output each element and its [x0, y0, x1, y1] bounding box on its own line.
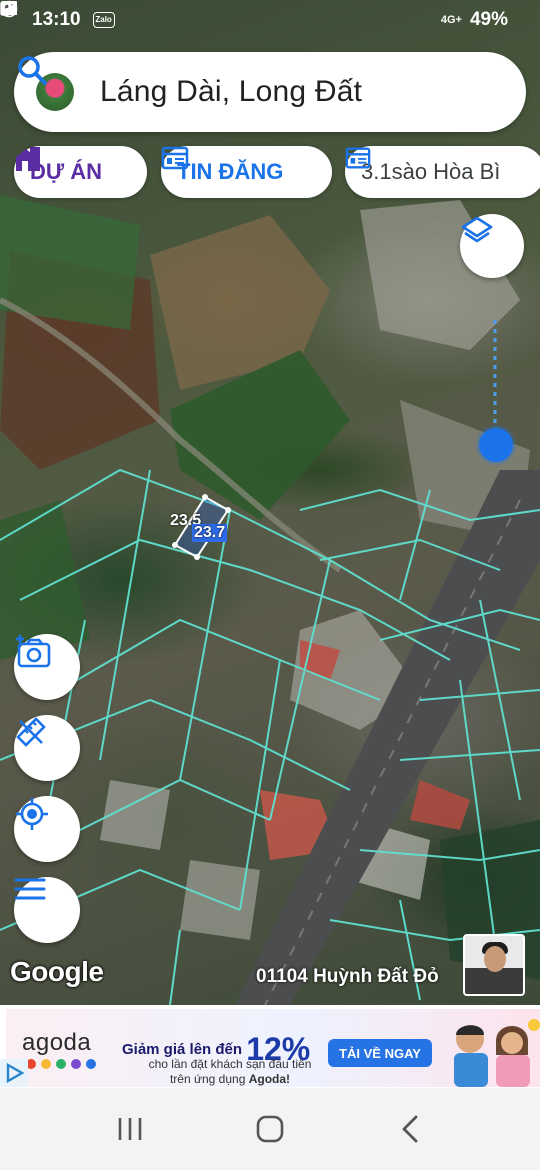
recent-apps-icon: [118, 1118, 142, 1140]
ad-subtext-brand: Agoda!: [248, 1072, 291, 1086]
system-nav-bar: [0, 1088, 540, 1170]
agoda-logo-dots: [26, 1059, 96, 1069]
chip-label: 3.1sào Hòa Bì: [361, 159, 501, 184]
agoda-logo: agoda: [22, 1029, 92, 1056]
ad-headline-prefix: Giảm giá lên đến: [122, 1041, 243, 1058]
agent-profile-thumbnail[interactable]: [463, 934, 525, 996]
measure-button[interactable]: [14, 715, 80, 781]
chip-label: TIN ĐĂNG: [177, 159, 284, 184]
chip-du-an[interactable]: DỰ ÁN: [14, 146, 147, 198]
search-icon[interactable]: [14, 52, 50, 88]
menu-button[interactable]: [14, 877, 80, 943]
zalo-icon: Zalo: [92, 12, 115, 28]
battery-percent: 49%: [469, 9, 508, 30]
menu-icon: [14, 878, 46, 900]
battery-icon: [0, 1, 10, 16]
logo-dot: [86, 1059, 96, 1069]
my-location-button[interactable]: [14, 796, 80, 862]
ad-subtext-line2: trên ứng dụng: [169, 1072, 246, 1086]
add-photo-button[interactable]: [14, 634, 80, 700]
home-icon: [256, 1115, 284, 1143]
chip-saved-listing[interactable]: 3.1sào Hòa Bì: [345, 146, 540, 198]
ad-people-illustration: [454, 1019, 540, 1087]
satellite-map[interactable]: 23.5 23.7 13:10 Zalo 4G+ 49% Láng Dài, L…: [0, 0, 540, 1005]
ad-subtext: cho lần đặt khách sạn đầu tiên trên ứng …: [130, 1057, 330, 1087]
ad-choices-icon[interactable]: [0, 1059, 28, 1087]
search-bar[interactable]: Láng Dài, Long Đất: [14, 52, 526, 132]
my-location-icon: [16, 798, 48, 830]
ad-banner[interactable]: agoda Giảm giá lên đến 12% cho lần đặt k…: [0, 1005, 540, 1088]
measure-icon: [16, 717, 46, 747]
recent-apps-button[interactable]: [100, 1099, 160, 1159]
list-card-icon: [345, 147, 371, 169]
google-attribution: Google: [10, 956, 104, 987]
map-caption: 01104 Huỳnh Đất Đỏ: [256, 966, 439, 987]
logo-dot: [71, 1059, 81, 1069]
network-type: 4G+: [440, 14, 462, 26]
status-time: 13:10: [32, 9, 81, 30]
back-icon: [402, 1115, 418, 1143]
status-bar: 13:10 Zalo 4G+ 49%: [0, 0, 540, 40]
list-card-icon: [161, 146, 189, 170]
add-photo-icon: [16, 635, 51, 668]
ad-subtext-line1: cho lần đặt khách sạn đầu tiên: [148, 1057, 312, 1071]
layers-button[interactable]: [460, 214, 524, 278]
chip-tin-dang[interactable]: TIN ĐĂNG: [161, 146, 332, 198]
layers-icon: [461, 216, 493, 243]
home-button[interactable]: [240, 1099, 300, 1159]
logo-dot: [56, 1059, 66, 1069]
ad-download-button[interactable]: TẢI VỀ NGAY: [328, 1039, 432, 1067]
building-icon: [16, 147, 40, 171]
logo-dot: [41, 1059, 51, 1069]
current-location-dot[interactable]: [479, 428, 513, 462]
back-button[interactable]: [380, 1099, 440, 1159]
search-input[interactable]: Láng Dài, Long Đất: [100, 75, 362, 109]
plot-size-label-2: 23.7: [192, 524, 228, 542]
